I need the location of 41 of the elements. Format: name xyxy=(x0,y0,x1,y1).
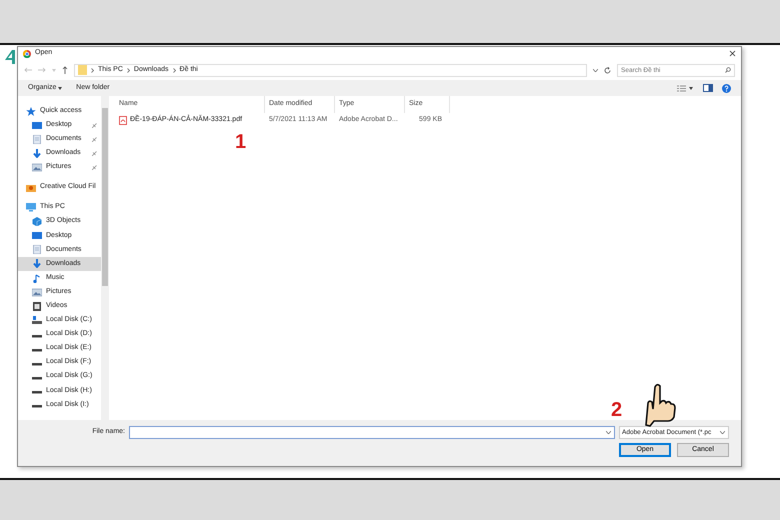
step-number: 1 xyxy=(235,132,246,152)
browser-icon xyxy=(23,50,31,58)
pictures-icon xyxy=(32,288,42,297)
pdf-icon xyxy=(119,116,127,124)
close-icon[interactable] xyxy=(729,50,736,57)
pin-icon xyxy=(92,122,97,128)
view-icon[interactable] xyxy=(676,84,686,92)
preview-pane-icon[interactable] xyxy=(702,84,712,92)
caret-icon[interactable] xyxy=(689,86,693,90)
desktop-icon xyxy=(32,231,42,240)
objects-icon xyxy=(32,217,42,226)
chevron-icon xyxy=(126,68,130,72)
desktop-icon xyxy=(32,120,42,130)
help-icon[interactable] xyxy=(722,84,731,92)
pc-icon xyxy=(26,203,36,212)
videos-icon xyxy=(32,302,42,311)
refresh-icon[interactable] xyxy=(604,66,611,74)
system-drive-icon xyxy=(32,316,42,325)
caret-icon[interactable] xyxy=(720,431,725,434)
chevron-icon xyxy=(172,68,176,72)
pin-icon xyxy=(92,150,97,156)
caret-icon xyxy=(58,86,62,90)
documents-icon xyxy=(32,245,42,254)
up-arrow-icon[interactable] xyxy=(62,66,68,74)
logo-icon xyxy=(4,49,16,65)
documents-icon xyxy=(32,134,42,144)
pin-icon xyxy=(92,136,97,142)
search-icon xyxy=(725,67,731,73)
caret-icon[interactable] xyxy=(593,68,598,72)
file-name-field[interactable] xyxy=(129,426,615,439)
pin-icon xyxy=(92,164,97,170)
downloads-icon xyxy=(32,148,42,158)
music-icon xyxy=(32,274,42,283)
downloads-icon xyxy=(32,259,42,268)
cloud-icon xyxy=(26,183,36,192)
chevron-icon xyxy=(91,68,94,72)
step-number: 2 xyxy=(611,400,622,420)
folder-icon xyxy=(78,65,87,75)
quick-access-icon xyxy=(26,106,36,116)
caret-icon[interactable] xyxy=(606,431,611,434)
pictures-icon xyxy=(32,162,42,172)
